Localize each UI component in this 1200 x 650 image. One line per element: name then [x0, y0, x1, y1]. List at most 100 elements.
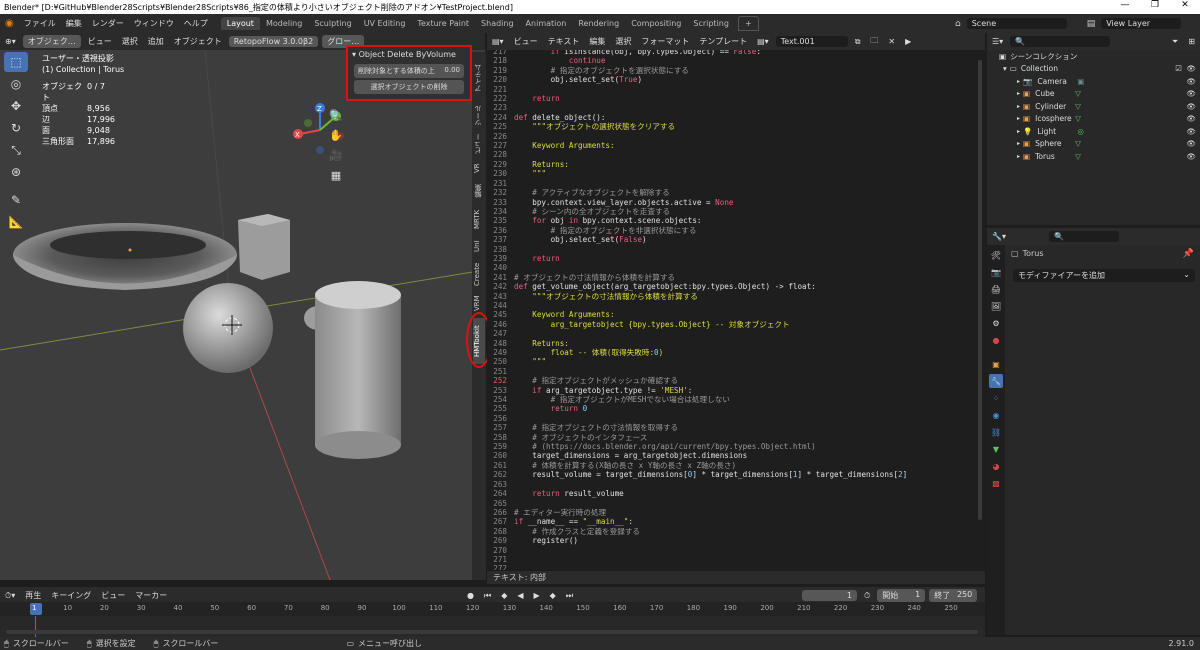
outliner-object-row[interactable]: ▸ ▣ Cylinder ▽ 👁 — [987, 100, 1200, 113]
scene-tab-icon[interactable]: ⚙ — [989, 316, 1003, 330]
text-menu-item[interactable]: ビュー — [509, 37, 543, 46]
timeline-menu-item[interactable]: ビュー — [96, 591, 130, 600]
physics-tab-icon[interactable]: ◉ — [989, 408, 1003, 422]
run-script-icon[interactable]: ▶ — [900, 37, 916, 46]
sidebar-tab[interactable]: 編集 — [473, 180, 485, 202]
annotate-tool-icon[interactable]: ✎ — [4, 190, 28, 210]
menu-item[interactable]: 編集 — [61, 19, 87, 28]
visibility-eye-icon[interactable]: 👁 — [1186, 64, 1196, 73]
mesh-data-icon[interactable]: ▽ — [1075, 89, 1081, 98]
pan-hand-icon[interactable]: ✋ — [328, 126, 344, 144]
sphere-object[interactable] — [183, 283, 273, 373]
menu-item[interactable]: ウィンドウ — [129, 19, 179, 28]
render-tab-icon[interactable]: 📷 — [989, 265, 1003, 279]
editor-type-icon[interactable]: ⊕▾ — [0, 37, 21, 46]
sidebar-tab[interactable]: アイテム — [473, 56, 485, 100]
view-layer-tab-icon[interactable]: 🖼 — [989, 299, 1003, 313]
text-scrollbar[interactable] — [978, 60, 982, 520]
mode-selector[interactable]: オブジェク… — [22, 35, 81, 48]
mesh-data-icon[interactable]: ▽ — [1075, 152, 1081, 161]
sidebar-tab[interactable]: VR — [473, 160, 485, 176]
cursor-tool-icon[interactable]: ◎ — [4, 74, 28, 94]
new-collection-icon[interactable]: ⊞ — [1183, 37, 1200, 46]
sidebar-tab[interactable]: VRM — [473, 292, 485, 314]
filter-icon[interactable]: ⏷ — [1167, 37, 1183, 47]
collection-checkbox[interactable]: ☑ — [1175, 64, 1182, 73]
expand-icon[interactable]: ▸ — [1017, 140, 1020, 147]
view-layer-selector[interactable]: View Layer — [1101, 18, 1182, 29]
object-tab-icon[interactable]: ▣ — [989, 357, 1003, 371]
tab-workspace[interactable]: Compositing — [625, 17, 687, 30]
outliner-type-icon[interactable]: ☰▾ — [987, 37, 1008, 46]
tab-workspace[interactable]: Shading — [475, 17, 520, 30]
outliner-object-row[interactable]: ▸ ▣ Sphere ▽ 👁 — [987, 138, 1200, 151]
timeline-tracks[interactable] — [0, 616, 985, 637]
text-menu-item[interactable]: テキスト — [543, 37, 585, 46]
tab-workspace[interactable]: Sculpting — [308, 17, 357, 30]
pin-icon[interactable]: 📌 — [1183, 249, 1194, 259]
collection-row[interactable]: ▾ ▭ Collection ☑ 👁 — [987, 63, 1200, 76]
expand-icon[interactable]: ▸ — [1017, 153, 1020, 160]
timeline-menu-item[interactable]: 再生 — [20, 591, 46, 600]
tool-tab-icon[interactable]: 🛠 — [989, 248, 1003, 262]
material-tab-icon[interactable]: ◕ — [989, 459, 1003, 473]
sidebar-tab[interactable]: ビュー — [473, 132, 485, 156]
timeline-type-icon[interactable]: ⏱▾ — [0, 591, 20, 601]
mesh-data-icon[interactable]: ▽ — [1075, 114, 1081, 123]
scene-collection-row[interactable]: ▣ シーンコレクション — [987, 50, 1200, 63]
select-box-tool-icon[interactable]: ⬚ — [4, 52, 28, 72]
outliner-search-field[interactable]: 🔍 — [1010, 36, 1111, 47]
play-icon[interactable]: ▶ — [529, 591, 545, 601]
visibility-eye-icon[interactable]: 👁 — [1186, 114, 1196, 123]
text-menu-item[interactable]: 編集 — [584, 37, 610, 46]
timeline-menu-item[interactable]: マーカー — [130, 591, 172, 600]
visibility-eye-icon[interactable]: 👁 — [1186, 102, 1196, 111]
menu-item[interactable]: ヘルプ — [179, 19, 213, 28]
expand-icon[interactable]: ▸ — [1017, 90, 1020, 97]
viewport-menu-item[interactable]: オブジェクト — [169, 37, 227, 46]
sidebar-tab[interactable]: UnI — [473, 236, 485, 256]
visibility-eye-icon[interactable]: 👁 — [1186, 139, 1196, 148]
visibility-eye-icon[interactable]: 👁 — [1186, 152, 1196, 161]
text-editor[interactable]: 217 if isinstance(obj, bpy.types.Object)… — [487, 50, 985, 570]
tab-workspace[interactable]: Modeling — [260, 17, 308, 30]
expand-icon[interactable]: ▸ — [1017, 128, 1020, 135]
expand-icon[interactable]: ▸ — [1017, 103, 1020, 110]
start-frame-field[interactable]: 開始 1 — [877, 589, 926, 602]
preview-range-icon[interactable]: ⏱ — [859, 591, 875, 601]
text-menu-item[interactable]: 選択 — [610, 37, 636, 46]
retopoflow-menu[interactable]: RetopoFlow 3.0.0β2 — [228, 36, 319, 47]
sidebar-tab[interactable]: ツール — [473, 104, 485, 128]
transform-tool-icon[interactable]: ⊛ — [4, 162, 28, 182]
minimize-button[interactable]: — — [1110, 0, 1140, 10]
outliner-object-row[interactable]: ▸ 💡 Light ◎ 👁 — [987, 125, 1200, 138]
viewport-menu-item[interactable]: 追加 — [143, 37, 169, 46]
text-menu-item[interactable]: テンプレート — [694, 37, 752, 46]
data-tab-icon[interactable]: ▼ — [989, 442, 1003, 456]
ortho-grid-icon[interactable]: ▦ — [328, 166, 344, 184]
add-modifier-dropdown[interactable]: モディファイアーを追加 ⌄ — [1013, 269, 1195, 282]
properties-search-field[interactable]: 🔍 — [1048, 231, 1119, 242]
constraints-tab-icon[interactable]: ⛓ — [989, 425, 1003, 439]
light-data-icon[interactable]: ◎ — [1077, 127, 1084, 136]
camera-view-icon[interactable]: 🎥 — [328, 146, 344, 164]
next-key-icon[interactable]: ◆ — [545, 591, 561, 601]
visibility-eye-icon[interactable]: 👁 — [1186, 77, 1196, 86]
scale-tool-icon[interactable]: ⤡ — [4, 140, 28, 160]
expand-icon[interactable]: ▸ — [1017, 115, 1020, 122]
text-datablock-name[interactable]: Text.001 — [775, 36, 848, 47]
tab-workspace[interactable]: Animation — [520, 17, 573, 30]
current-frame-field[interactable]: 1 — [802, 590, 857, 601]
tab-workspace[interactable]: Layout — [220, 17, 260, 30]
new-text-icon[interactable]: ⧉ — [850, 37, 866, 47]
play-reverse-icon[interactable]: ◀ — [512, 591, 528, 601]
rotate-tool-icon[interactable]: ↻ — [4, 118, 28, 138]
timeline-menu-item[interactable]: キーイング — [46, 591, 96, 600]
sidebar-tab[interactable]: Create — [473, 260, 485, 288]
measure-tool-icon[interactable]: 📐 — [4, 212, 28, 232]
timeline-scrollbar[interactable] — [6, 630, 978, 634]
menu-item[interactable]: ファイル — [19, 19, 61, 28]
text-editor-type-icon[interactable]: ▤▾ — [487, 37, 509, 46]
text-menu-item[interactable]: フォーマット — [636, 37, 694, 46]
viewport-menu-item[interactable]: 選択 — [117, 37, 143, 46]
